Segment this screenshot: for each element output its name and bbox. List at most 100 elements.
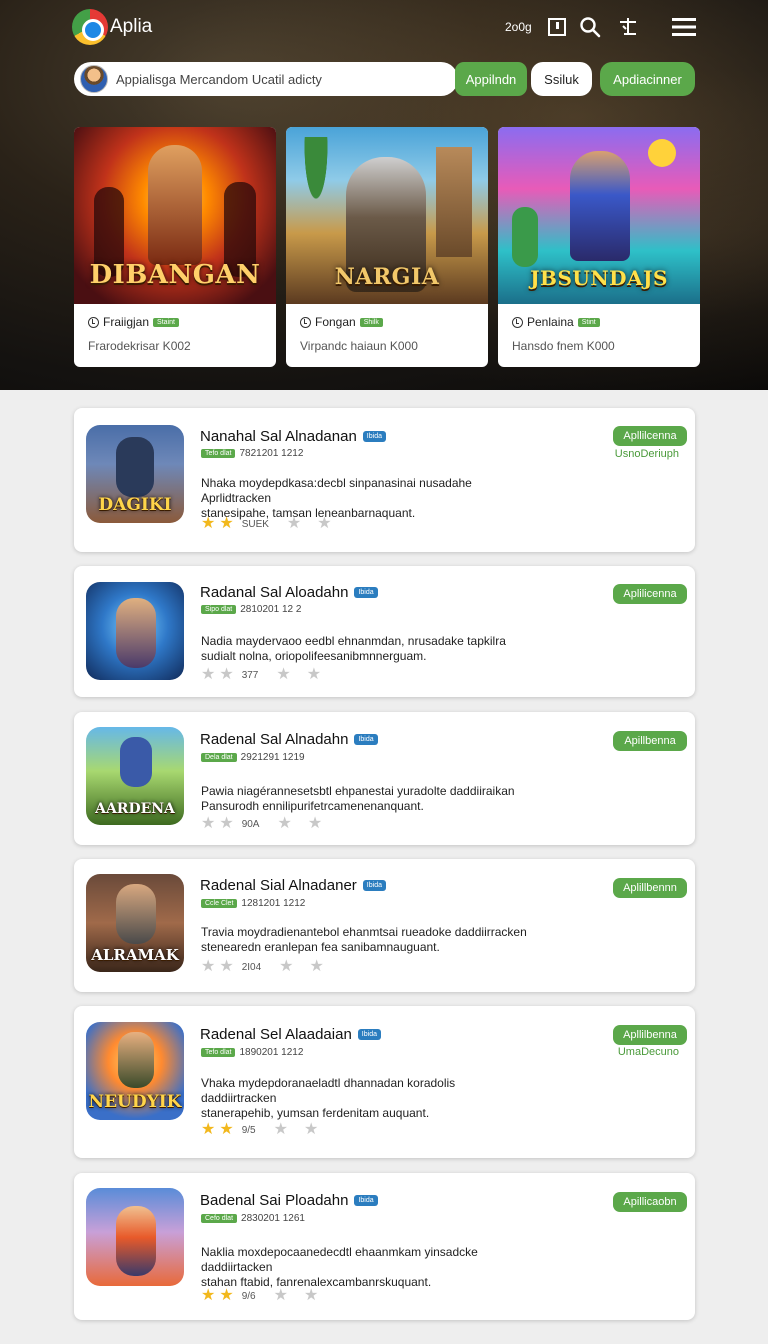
featured-badge: Shilk: [359, 317, 383, 327]
star-icon: ★: [201, 815, 216, 832]
star-icon: ★: [219, 515, 234, 532]
search-bar[interactable]: Appialisga Mercandom Ucatil adicty: [74, 62, 458, 96]
description-line: Pawia niagérannesetsbtl ehpanestai yurad…: [201, 784, 515, 798]
star-icon: ★: [201, 1287, 216, 1304]
rating-text: 9/5: [241, 1124, 256, 1136]
app-action-button[interactable]: Aplilicenna: [613, 584, 687, 604]
app-action-button[interactable]: Apillbenna: [613, 731, 687, 751]
rating-text: 90A: [241, 818, 260, 830]
app-logo-icon[interactable]: [72, 9, 108, 45]
star-icon: ★: [201, 666, 216, 683]
star-icon: ★: [219, 958, 234, 975]
star-icon: ★: [273, 1287, 288, 1304]
app-thumbnail[interactable]: [86, 1188, 184, 1286]
star-icon: ★: [317, 515, 332, 532]
item-description: Nhaka moydepdkasa:decbl sinpanasinai nus…: [201, 476, 531, 521]
star-icon: ★: [309, 958, 324, 975]
item-title-text: Radenal Sel Alaadaian: [200, 1026, 352, 1043]
item-rating: ★ ★ 377 ★ ★: [201, 667, 321, 683]
item-title-text: Nanahal Sal Alnadanan: [200, 428, 357, 445]
search-input[interactable]: Appialisga Mercandom Ucatil adicty: [116, 72, 322, 87]
thumbnail-title: AARDENA: [95, 801, 175, 817]
sort-icon[interactable]: [616, 14, 640, 40]
featured-meta: Fraiigjan Staint: [88, 315, 179, 329]
app-name: Aplia: [110, 16, 153, 37]
description-line: Travia moydradienantebol ehanmtsai ruead…: [201, 925, 527, 939]
item-dateline: Dela dlat 2921291 1219: [201, 752, 305, 763]
star-icon: ★: [201, 515, 216, 532]
featured-subtitle: Hansdo fnem K000: [512, 339, 615, 353]
app-thumbnail[interactable]: AARDENA: [86, 727, 184, 825]
item-badge: Ibida: [362, 880, 386, 891]
item-title-text: Radanal Sal Aloadahn: [200, 584, 349, 601]
featured-name: Fongan: [315, 315, 356, 329]
list-item[interactable]: AARDENA Radenal Sal Alnadahn Ibida Dela …: [74, 712, 695, 845]
item-description: Vhaka mydepdoranaeladtl dhannadan korado…: [201, 1076, 531, 1121]
rating-text: 377: [241, 669, 259, 681]
rating-text: 9/6: [241, 1290, 256, 1302]
applications-button[interactable]: Apdiacinner: [600, 62, 695, 96]
item-tag: Sipo dlat: [201, 605, 237, 614]
featured-card[interactable]: DIBANGAN Fraiigjan Staint Frarodekrisar …: [74, 127, 276, 367]
description-line: stanerapehib, yumsan ferdenitam auquant.: [201, 1106, 430, 1120]
star-icon: ★: [286, 515, 302, 532]
featured-art: DIBANGAN: [74, 127, 276, 304]
hamburger-menu-icon[interactable]: [670, 14, 698, 40]
star-icon: ★: [219, 1121, 234, 1138]
app-action-button[interactable]: Apllilbenna: [613, 1025, 687, 1045]
star-icon: ★: [279, 958, 294, 975]
description-line: Vhaka mydepdoranaeladtl dhannadan korado…: [201, 1076, 456, 1105]
app-action-button[interactable]: Aplillbennn: [613, 878, 687, 898]
item-title-text: Radenal Sial Alnadaner: [200, 877, 357, 894]
item-dateline: Ccle Clet 1281201 1212: [201, 898, 305, 909]
list-item[interactable]: NEUDYIK Radenal Sel Alaadaian Ibida Tefo…: [74, 1006, 695, 1158]
item-dateline: Tefo dlat 7821201 1212: [201, 448, 303, 459]
app-action-subtext[interactable]: UmaDecuno: [618, 1046, 679, 1058]
clock-icon: [88, 316, 99, 328]
star-icon: ★: [306, 666, 322, 683]
secondary-button[interactable]: Ssiluk: [531, 62, 592, 96]
item-rating: ★ ★ SUEK ★ ★: [201, 516, 332, 532]
item-description: Pawia niagérannesetsbtl ehpanestai yurad…: [201, 784, 531, 814]
item-rating: ★ ★ 9/6 ★ ★: [201, 1288, 318, 1304]
app-thumbnail[interactable]: DAGIKI: [86, 425, 184, 523]
rating-text: SUEK: [241, 518, 269, 530]
star-icon: ★: [303, 1121, 319, 1138]
star-icon: ★: [303, 1287, 319, 1304]
square-box-icon[interactable]: [545, 14, 569, 40]
app-action-button[interactable]: Apillicaobn: [613, 1192, 687, 1212]
list-item[interactable]: Radanal Sal Aloadahn Ibida Sipo dlat 281…: [74, 566, 695, 697]
item-dateline: Sipo dlat 2810201 12 2: [201, 604, 301, 615]
list-item[interactable]: Badenal Sai Ploadahn Ibida Cefo dlat 283…: [74, 1173, 695, 1320]
item-description: Naklia moxdepocaanedecdtl ehaanmkam yins…: [201, 1245, 531, 1290]
app-thumbnail[interactable]: NEUDYIK: [86, 1022, 184, 1120]
featured-badge: Staint: [153, 317, 179, 327]
list-item[interactable]: ALRAMAK Radenal Sial Alnadaner Ibida Ccl…: [74, 859, 695, 992]
thumbnail-title: ALRAMAK: [91, 946, 179, 964]
top-bar: Aplia 2o0g: [0, 0, 768, 56]
app-action-button[interactable]: Apllilcenna: [613, 426, 687, 446]
item-date: 2921291 1219: [240, 752, 305, 763]
featured-card[interactable]: NARGIA Fongan Shilk Virpandc haiaun K000: [286, 127, 488, 367]
star-icon: ★: [219, 815, 234, 832]
star-icon: ★: [273, 1121, 288, 1138]
app-thumbnail[interactable]: [86, 582, 184, 680]
avatar[interactable]: [80, 65, 108, 93]
search-icon[interactable]: [578, 14, 602, 40]
item-rating: ★ ★ 2I04 ★ ★: [201, 959, 324, 975]
app-action-subtext[interactable]: UsnoDeriuph: [615, 448, 679, 460]
item-description: Nadia maydervaoo eedbl ehnanmdan, nrusad…: [201, 634, 531, 664]
featured-card[interactable]: JBSUNDAJS Penlaina Stint Hansdo fnem K00…: [498, 127, 700, 367]
list-item[interactable]: DAGIKI Nanahal Sal Alnadanan Ibida Tefo …: [74, 408, 695, 552]
thumbnail-title: NEUDYIK: [88, 1092, 182, 1112]
item-date: 2830201 1261: [241, 1213, 305, 1224]
item-dateline: Tefo dlat 1890201 1212: [201, 1047, 303, 1058]
featured-art-title: DIBANGAN: [89, 260, 261, 290]
featured-name: Fraiigjan: [103, 315, 150, 329]
item-badge: Ibida: [354, 587, 378, 598]
featured-meta: Penlaina Stint: [512, 315, 600, 329]
description-line: Pansurodh ennilipurifetrcamenenanquant.: [201, 799, 424, 813]
featured-subtitle: Frarodekrisar K002: [88, 339, 191, 353]
search-button[interactable]: Appilndn: [455, 62, 527, 96]
app-thumbnail[interactable]: ALRAMAK: [86, 874, 184, 972]
